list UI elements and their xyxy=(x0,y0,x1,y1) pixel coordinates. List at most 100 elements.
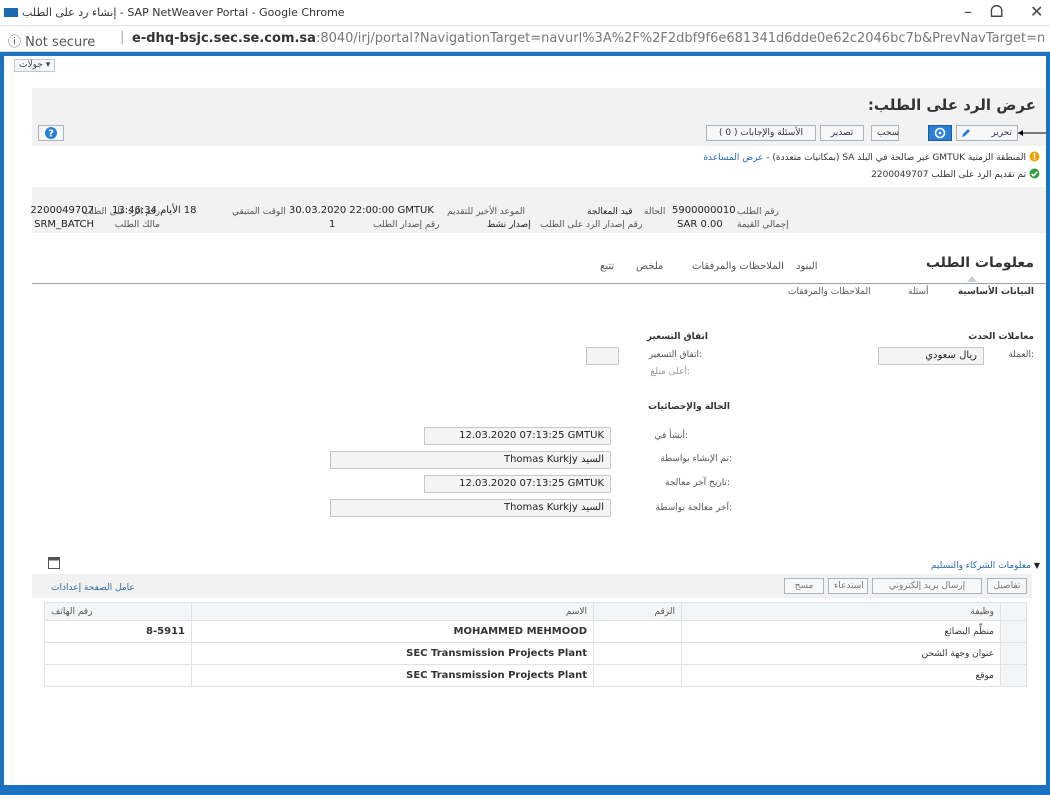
tab-request-info[interactable]: معلومات الطلب xyxy=(926,255,1034,271)
partners-section-toggle[interactable]: ▼ معلومات الشركاء والتسليم xyxy=(931,561,1040,571)
phone-cell xyxy=(44,642,192,665)
status-stats-heading: الحالة والإحصائيات xyxy=(648,402,730,412)
url-host: e-dhq-bsjc.sec.se.com.sa xyxy=(132,31,316,46)
active-tab-caret-icon xyxy=(967,276,977,282)
created-on-label: أنشأ في: xyxy=(654,431,689,441)
column-header[interactable]: رقم الهاتف xyxy=(44,602,192,621)
tab-notes-attachments[interactable]: الملاحظات والمرفقات xyxy=(692,261,784,272)
table-row[interactable]: SEC Transmission Projects Plant عنوان وج… xyxy=(44,642,1027,665)
phone-cell xyxy=(44,664,192,687)
gear-icon xyxy=(934,127,946,139)
success-text: تم تقديم الرد على الطلب 2200049707 xyxy=(871,170,1026,180)
deadline-value: 30.03.2020 22:00:00 GMTUK xyxy=(289,205,434,216)
details-button[interactable]: تفاصيل xyxy=(987,578,1027,594)
request-no-value: 5900000010 xyxy=(672,205,736,216)
remaining-time-label: الوقت المتبقي xyxy=(232,207,286,217)
page-title: عرض الرد على الطلب: xyxy=(867,96,1036,114)
row-selector[interactable] xyxy=(1000,620,1027,643)
created-on-field[interactable]: 12.03.2020 07:13:25 GMTUK xyxy=(424,427,611,445)
table-row[interactable]: SEC Transmission Projects Plant موقع xyxy=(44,664,1027,687)
column-header[interactable]: وظيفة xyxy=(681,602,1001,621)
request-no-label: رقم الطلب xyxy=(737,207,779,217)
pricing-heading: اتفاق التسعير xyxy=(646,332,708,342)
created-by-label: تم الإنشاء بواسطة: xyxy=(660,454,732,464)
pricing-label: اتفاق التسعير: xyxy=(648,350,702,360)
info-button[interactable] xyxy=(928,125,952,141)
address-bar[interactable]: ⓘ Not secure | e-dhq-bsjc.sec.se.com.sa:… xyxy=(0,26,1050,52)
svg-text:?: ? xyxy=(48,129,54,140)
pencil-icon xyxy=(962,129,970,137)
number-cell xyxy=(593,620,682,643)
last-processed-by-field[interactable]: السيد Thomas Kurkjy xyxy=(330,499,611,517)
success-message: تم تقديم الرد على الطلب 2200049707 xyxy=(871,168,1040,180)
tab-tracking[interactable]: تتبع xyxy=(600,261,614,272)
column-header[interactable]: الاسم xyxy=(191,602,594,621)
help-button[interactable]: ? xyxy=(38,125,64,141)
row-selector[interactable] xyxy=(1000,664,1027,687)
window-titlebar: إنشاء رد على الطلب - SAP NetWeaver Porta… xyxy=(0,0,1050,26)
withdraw-button[interactable]: سحب xyxy=(871,125,899,141)
currency-field[interactable]: ريال سعودي xyxy=(878,347,984,365)
request-version-label: رقم إصدار الطلب xyxy=(373,220,440,230)
status-label: الحالة xyxy=(644,207,666,217)
name-cell: MOHAMMED MEHMOOD xyxy=(191,620,594,643)
restore-button[interactable]: ᗝ xyxy=(990,2,1003,22)
send-email-button[interactable]: إرسال بريد إلكتروني xyxy=(872,578,982,594)
favorites-dropdown[interactable]: جولات ▾ xyxy=(14,59,56,72)
number-cell xyxy=(593,642,682,665)
function-cell: منظِّم البضائع xyxy=(681,620,1001,643)
main-content: عرض الرد على الطلب: تحرير سحب تصدير الأس… xyxy=(30,88,1046,760)
url-path: :8040/irj/portal?NavigationTarget=navurl… xyxy=(315,31,1044,46)
row-selector[interactable] xyxy=(1000,642,1027,665)
call-button[interactable]: استدعاء xyxy=(828,578,868,594)
table-header-row: رقم الهاتف الاسم الرقم وظيفة xyxy=(44,602,1027,621)
pointer-arrow-icon xyxy=(1018,130,1046,136)
function-cell: عنوان وجهة الشحن xyxy=(681,642,1001,665)
remaining-time-value: 18 الأيام 13:46:34 xyxy=(112,205,197,216)
sap-logo-icon xyxy=(4,8,18,17)
questions-answers-button[interactable]: الأسئلة والإجابات ( 0 ) xyxy=(706,125,816,141)
address-separator: | xyxy=(120,30,125,45)
pricing-field[interactable] xyxy=(586,347,619,365)
partners-section-title: معلومات الشركاء والتسليم xyxy=(930,561,1031,571)
clear-button[interactable]: مسح xyxy=(784,578,824,594)
warning-icon xyxy=(1029,151,1040,162)
subtab-notes-attachments[interactable]: الملاحظات والمرفقات xyxy=(788,287,871,297)
show-help-link[interactable]: عرض المساعدة xyxy=(703,153,763,163)
name-cell: SEC Transmission Projects Plant xyxy=(191,664,594,687)
table-settings-link[interactable]: عامل الصفحة إعدادات xyxy=(51,583,135,593)
warning-message: المنطقة الزمنية GMTUK غير صالحة في البلد… xyxy=(703,151,1040,163)
created-by-field[interactable]: السيد Thomas Kurkjy xyxy=(330,451,611,469)
window-title: إنشاء رد على الطلب - SAP NetWeaver Porta… xyxy=(22,6,345,19)
table-export-icon[interactable] xyxy=(48,557,60,569)
table-row[interactable]: 8-5911 MOHAMMED MEHMOOD منظِّم البضائع xyxy=(44,620,1027,643)
row-selector-header xyxy=(1000,602,1027,621)
subtab-questions[interactable]: أسئلة xyxy=(908,287,929,297)
edit-button[interactable]: تحرير xyxy=(956,125,1018,141)
export-button[interactable]: تصدير xyxy=(820,125,864,141)
tab-summary[interactable]: ملخص xyxy=(636,261,663,272)
column-header[interactable]: الرقم xyxy=(593,602,682,621)
active-version-value: إصدار نشط xyxy=(487,220,531,230)
phone-cell: 8-5911 xyxy=(44,620,192,643)
warning-text: المنطقة الزمنية GMTUK غير صالحة في البلد… xyxy=(763,153,1026,163)
collapse-triangle-icon: ▼ xyxy=(1033,561,1040,570)
function-cell: موقع xyxy=(681,664,1001,687)
request-owner-value: SRM_BATCH xyxy=(34,219,94,230)
request-version-value: 1 xyxy=(329,219,336,230)
name-cell: SEC Transmission Projects Plant xyxy=(191,642,594,665)
max-amount-label: أعلى مبلغ: xyxy=(650,367,690,377)
not-secure-indicator[interactable]: ⓘ Not secure xyxy=(8,31,95,50)
url-text[interactable]: e-dhq-bsjc.sec.se.com.sa:8040/irj/portal… xyxy=(132,31,1044,46)
minimize-button[interactable]: – xyxy=(964,2,972,21)
event-params-heading: معاملات الحدث xyxy=(968,332,1034,342)
close-button[interactable]: ✕ xyxy=(1030,2,1043,21)
response-no-value: 2200049707 xyxy=(30,205,94,216)
response-version-label: رقم إصدار الرد على الطلب xyxy=(540,220,643,230)
subtab-basic-data[interactable]: البيانات الأساسية xyxy=(958,287,1034,297)
help-icon: ? xyxy=(45,127,57,140)
success-check-icon xyxy=(1029,168,1040,179)
last-processed-date-field[interactable]: 12.03.2020 07:13:25 GMTUK xyxy=(424,475,611,493)
last-processed-date-label: تاريخ آخر معالجة: xyxy=(665,478,730,488)
tab-items[interactable]: البنود xyxy=(796,261,817,272)
